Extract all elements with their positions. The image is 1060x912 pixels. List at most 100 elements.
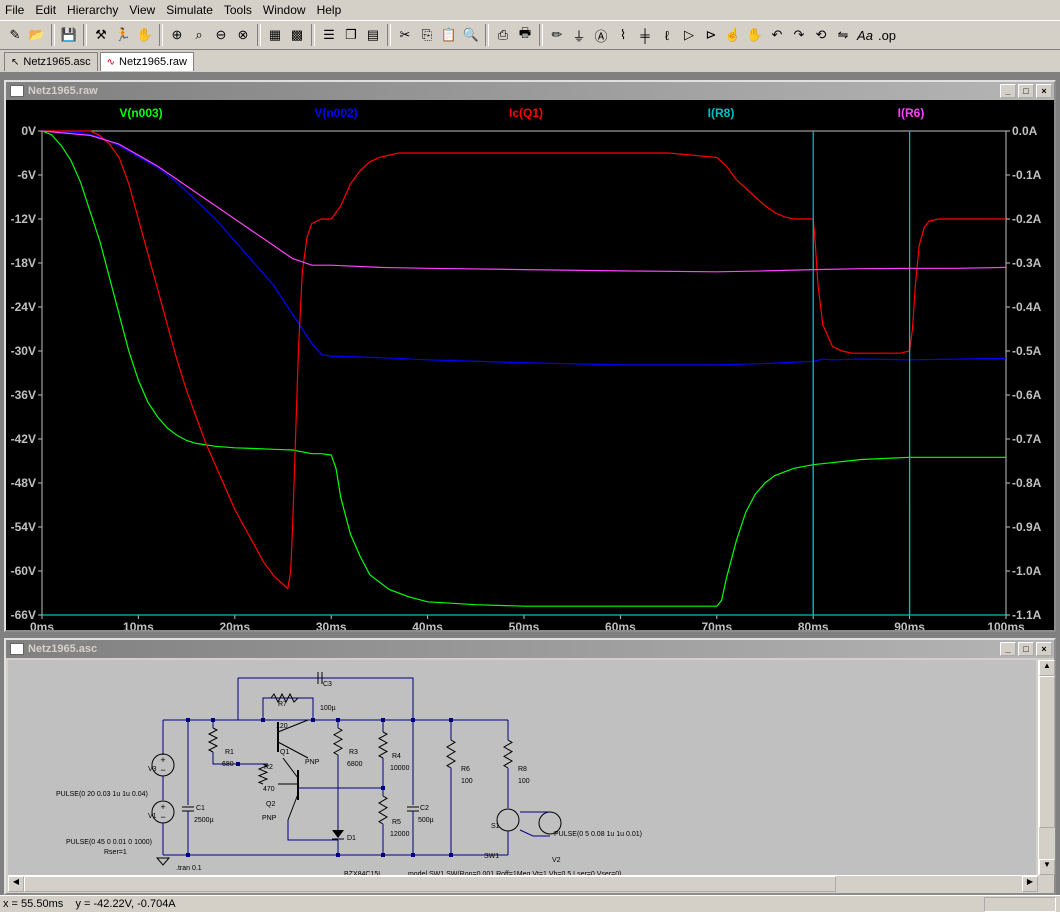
schematic-label: 6800 bbox=[347, 761, 363, 768]
print-setup-icon[interactable]: ⎙ bbox=[492, 24, 514, 46]
close-button[interactable]: × bbox=[1036, 642, 1052, 656]
menu-simulate[interactable]: Simulate bbox=[161, 0, 219, 20]
vertical-scrollbar[interactable]: ▲ ▼ bbox=[1038, 660, 1055, 875]
legend-entry: V(n002) bbox=[314, 106, 357, 120]
tab-schematic[interactable]: ↖ Netz1965.asc bbox=[4, 52, 98, 71]
find-icon[interactable]: 🔍 bbox=[460, 24, 482, 46]
move-icon[interactable]: ☝ bbox=[722, 24, 744, 46]
y-right-tick-label: -0.5A bbox=[1012, 344, 1042, 358]
series-line-ic-q1- bbox=[42, 130, 1006, 590]
menu-window[interactable]: Window bbox=[258, 0, 312, 20]
menu-help[interactable]: Help bbox=[312, 0, 348, 20]
y-right-tick-label: -0.4A bbox=[1012, 300, 1042, 314]
source-minus: − bbox=[160, 765, 165, 775]
spice-directive-icon[interactable]: .op bbox=[876, 24, 898, 46]
scroll-thumb[interactable] bbox=[1039, 676, 1055, 828]
y-right-tick-label: 0.0A bbox=[1012, 124, 1038, 138]
legend-entry: Ic(Q1) bbox=[509, 106, 543, 120]
horizontal-scrollbar[interactable]: ◀ ▶ bbox=[8, 875, 1038, 892]
undo-icon[interactable]: ↶ bbox=[766, 24, 788, 46]
paste-icon[interactable]: 📋 bbox=[438, 24, 460, 46]
minimize-button[interactable]: _ bbox=[1000, 642, 1016, 656]
save-icon[interactable]: 💾 bbox=[58, 24, 80, 46]
transistor-q2-symbol bbox=[282, 757, 299, 779]
x-tick-label: 70ms bbox=[701, 620, 732, 630]
component-icon[interactable]: ⊳ bbox=[700, 24, 722, 46]
waveform-icon bbox=[10, 85, 24, 97]
cut-icon[interactable]: ✂ bbox=[394, 24, 416, 46]
pan-icon[interactable]: ⌕ bbox=[188, 24, 210, 46]
toolbar-separator bbox=[311, 24, 315, 46]
junction bbox=[211, 718, 215, 722]
zoom-in-icon[interactable]: ⊕ bbox=[166, 24, 188, 46]
scroll-right-arrow[interactable]: ▶ bbox=[1022, 876, 1038, 892]
x-tick-label: 60ms bbox=[605, 620, 636, 630]
transistor-q2-symbol bbox=[287, 793, 299, 821]
tab-waveform[interactable]: ∿ Netz1965.raw bbox=[99, 52, 194, 71]
schematic-window-titlebar[interactable]: Netz1965.asc _ □ × bbox=[6, 640, 1054, 658]
x-tick-label: 90ms bbox=[894, 620, 925, 630]
new-schematic-icon[interactable]: ✎ bbox=[4, 24, 26, 46]
schematic-label: PNP bbox=[305, 759, 320, 766]
print-icon[interactable]: 🖶 bbox=[514, 24, 536, 46]
schematic-canvas[interactable]: +−+−C3100µR7120V3R1680Q1PNPR2470R36800R4… bbox=[8, 660, 1036, 875]
y-right-tick-label: -0.1A bbox=[1012, 168, 1042, 182]
halt-icon[interactable]: ✋ bbox=[134, 24, 156, 46]
resistor-symbol bbox=[446, 739, 456, 769]
schematic-label: PULSE(0 45 0 0.01 0 1000) bbox=[66, 839, 152, 846]
capacitor-icon[interactable]: ╪ bbox=[634, 24, 656, 46]
wire-icon[interactable]: ✏ bbox=[546, 24, 568, 46]
control-panel-icon[interactable]: ⚒ bbox=[90, 24, 112, 46]
y-left-tick-label: -6V bbox=[17, 168, 36, 182]
cascade-icon[interactable]: ❐ bbox=[340, 24, 362, 46]
junction bbox=[186, 718, 190, 722]
scroll-down-arrow[interactable]: ▼ bbox=[1039, 859, 1055, 875]
toolbar: ✎ 📂 💾 ⚒ 🏃 ✋ ⊕ ⌕ ⊖ ⊗ ▦ ▩ ☰ ❐ ▤ ✂ ⎘ 📋 🔍 ⎙ … bbox=[0, 20, 1060, 50]
run-icon[interactable]: 🏃 bbox=[112, 24, 134, 46]
maximize-button[interactable]: □ bbox=[1018, 84, 1034, 98]
menu-edit[interactable]: Edit bbox=[30, 0, 62, 20]
waveform-window-titlebar[interactable]: Netz1965.raw _ □ × bbox=[6, 82, 1054, 100]
schematic-label: V3 bbox=[148, 766, 157, 773]
scroll-thumb[interactable] bbox=[24, 876, 836, 892]
schematic-label: 2500µ bbox=[194, 817, 214, 824]
grid-icon[interactable]: ▩ bbox=[286, 24, 308, 46]
zoom-fit-icon[interactable]: ⊗ bbox=[232, 24, 254, 46]
menu-file[interactable]: File bbox=[0, 0, 30, 20]
x-tick-label: 30ms bbox=[316, 620, 347, 630]
y-left-tick-label: -42V bbox=[11, 432, 36, 446]
rotate-icon[interactable]: ⟲ bbox=[810, 24, 832, 46]
autorange-icon[interactable]: ▦ bbox=[264, 24, 286, 46]
waveform-plot[interactable]: 0ms 10ms 20ms 30ms 40ms 50ms 60ms 70ms 80ms 90ms 1… bbox=[6, 100, 1054, 630]
open-folder-icon[interactable]: 📂 bbox=[26, 24, 48, 46]
schematic-label: R1 bbox=[225, 749, 234, 756]
y-right-tick-label: -0.3A bbox=[1012, 256, 1042, 270]
scroll-up-arrow[interactable]: ▲ bbox=[1039, 660, 1055, 676]
menu-tools[interactable]: Tools bbox=[219, 0, 258, 20]
scroll-left-arrow[interactable]: ◀ bbox=[8, 876, 24, 892]
mirror-icon[interactable]: ⇋ bbox=[832, 24, 854, 46]
redo-icon[interactable]: ↷ bbox=[788, 24, 810, 46]
ground-icon[interactable]: ⏚ bbox=[568, 24, 590, 46]
minimize-button[interactable]: _ bbox=[1000, 84, 1016, 98]
resistor-icon[interactable]: ⌇ bbox=[612, 24, 634, 46]
close-button[interactable]: × bbox=[1036, 84, 1052, 98]
menu-hierarchy[interactable]: Hierarchy bbox=[62, 0, 124, 20]
copy-icon[interactable]: ⎘ bbox=[416, 24, 438, 46]
window-title: Netz1965.asc bbox=[28, 643, 98, 655]
schematic-icon: ↖ bbox=[11, 56, 20, 68]
schematic-icon bbox=[10, 643, 24, 655]
schematic-label: PNP bbox=[262, 815, 277, 822]
label-net-icon[interactable]: Ⓐ bbox=[590, 24, 612, 46]
drag-icon[interactable]: ✋ bbox=[744, 24, 766, 46]
junction bbox=[186, 853, 190, 857]
diode-icon[interactable]: ▷ bbox=[678, 24, 700, 46]
mdi-workspace: Netz1965.raw _ □ × 0ms 10ms 20ms 30ms 40ms 50… bbox=[0, 72, 1060, 895]
menu-view[interactable]: View bbox=[124, 0, 161, 20]
tile-horizontal-icon[interactable]: ☰ bbox=[318, 24, 340, 46]
maximize-button[interactable]: □ bbox=[1018, 642, 1034, 656]
zoom-out-icon[interactable]: ⊖ bbox=[210, 24, 232, 46]
tile-vertical-icon[interactable]: ▤ bbox=[362, 24, 384, 46]
text-icon[interactable]: Aa bbox=[854, 24, 876, 46]
inductor-icon[interactable]: ℓ bbox=[656, 24, 678, 46]
